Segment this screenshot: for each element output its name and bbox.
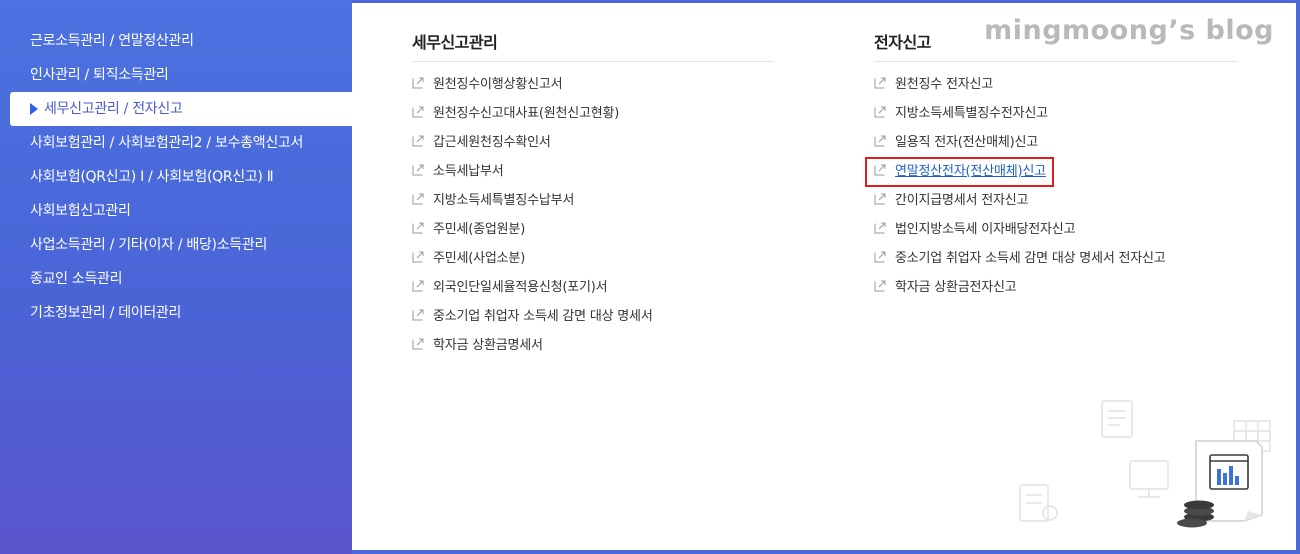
tax-link-5[interactable]: 주민세(종업원분) [412, 219, 525, 241]
link-label: 원천징수신고대사표(원천신고현황) [433, 106, 620, 121]
link-label: 학자금 상환금전자신고 [895, 280, 1017, 295]
link-label: 갑근세원천징수확인서 [433, 135, 551, 150]
tax-link-4[interactable]: 지방소득세특별징수납부서 [412, 190, 574, 212]
link-label: 학자금 상환금명세서 [433, 338, 543, 353]
external-link-icon [412, 307, 424, 321]
sidebar-item-tax-filing[interactable]: 세무신고관리 / 전자신고 [10, 92, 352, 126]
external-link-icon [412, 278, 424, 292]
link-label: 간이지급명세서 전자신고 [895, 193, 1029, 208]
external-link-icon [412, 249, 424, 263]
link-label: 중소기업 취업자 소득세 감면 대상 명세서 전자신고 [895, 251, 1166, 266]
triangle-right-icon [30, 103, 38, 115]
efile-link-4[interactable]: 간이지급명세서 전자신고 [874, 190, 1028, 212]
sidebar-item-hr-retirement[interactable]: 인사관리 / 퇴직소득관리 [30, 58, 169, 92]
link-label: 지방소득세특별징수납부서 [433, 193, 575, 208]
link-label: 주민세(사업소분) [433, 251, 526, 266]
sidebar-item-social-insurance-qr[interactable]: 사회보험(QR신고) Ⅰ / 사회보험(QR신고) Ⅱ [30, 160, 274, 194]
link-label: 지방소득세특별징수전자신고 [895, 106, 1048, 121]
external-link-icon [412, 336, 424, 350]
sidebar-item-business-income[interactable]: 사업소득관리 / 기타(이자 / 배당)소득관리 [30, 228, 267, 262]
tax-link-8[interactable]: 중소기업 취업자 소득세 감면 대상 명세서 [412, 306, 653, 328]
external-link-icon [874, 104, 886, 118]
efile-link-0[interactable]: 원천징수 전자신고 [874, 74, 993, 96]
link-label: 원천징수이행상황신고서 [433, 77, 563, 92]
efile-column-title: 전자신고 [874, 33, 931, 52]
external-link-icon [412, 162, 424, 176]
efile-link-6[interactable]: 중소기업 취업자 소득세 감면 대상 명세서 전자신고 [874, 248, 1166, 270]
sidebar-item-basic-data[interactable]: 기초정보관리 / 데이터관리 [30, 296, 181, 330]
blog-watermark: mingmoong’s blog [984, 15, 1274, 46]
efile-link-1[interactable]: 지방소득세특별징수전자신고 [874, 103, 1048, 125]
efile-link-2[interactable]: 일용직 전자(전산매체)신고 [874, 132, 1038, 154]
external-link-icon [874, 191, 886, 205]
external-link-icon [874, 278, 886, 292]
menu-panel: mingmoong’s blog 세무신고관리 원천징수이행상황신고서원천징수신… [352, 3, 1296, 550]
external-link-icon [412, 220, 424, 234]
sidebar-item-social-insurance[interactable]: 사회보험관리 / 사회보험관리2 / 보수총액신고서 [30, 126, 303, 160]
tax-link-6[interactable]: 주민세(사업소분) [412, 248, 525, 270]
tax-column-title: 세무신고관리 [412, 33, 498, 52]
link-label: 법인지방소득세 이자배당전자신고 [895, 222, 1076, 237]
efile-link-3[interactable]: 연말정산전자(전산매체)신고 [865, 157, 1054, 187]
external-link-icon [874, 249, 886, 263]
divider [874, 61, 1238, 62]
tax-link-2[interactable]: 갑근세원천징수확인서 [412, 132, 551, 154]
efile-link-7[interactable]: 학자금 상환금전자신고 [874, 277, 1017, 299]
tax-link-1[interactable]: 원천징수신고대사표(원천신고현황) [412, 103, 619, 125]
link-label: 외국인단일세율적용신청(포기)서 [433, 280, 608, 295]
link-label: 소득세납부서 [433, 164, 504, 179]
efile-link-5[interactable]: 법인지방소득세 이자배당전자신고 [874, 219, 1076, 241]
link-label: 원천징수 전자신고 [895, 77, 994, 92]
external-link-icon [412, 191, 424, 205]
tax-link-3[interactable]: 소득세납부서 [412, 161, 504, 183]
link-label: 주민세(종업원분) [433, 222, 526, 237]
link-label: 일용직 전자(전산매체)신고 [895, 135, 1039, 150]
decorative-illustration [1019, 400, 1271, 528]
external-link-icon [874, 133, 886, 147]
external-link-icon [874, 220, 886, 234]
external-link-icon [874, 75, 886, 89]
link-label: 연말정산전자(전산매체)신고 [895, 164, 1046, 179]
sidebar-item-label: 세무신고관리 / 전자신고 [44, 101, 183, 117]
external-link-icon [412, 75, 424, 89]
sidebar-item-social-insurance-report[interactable]: 사회보험신고관리 [30, 194, 131, 228]
sidebar-item-religious-income[interactable]: 종교인 소득관리 [30, 262, 123, 296]
link-label: 중소기업 취업자 소득세 감면 대상 명세서 [433, 309, 653, 324]
external-link-icon [874, 162, 886, 176]
external-link-icon [412, 133, 424, 147]
sidebar-nav: 근로소득관리 / 연말정산관리 인사관리 / 퇴직소득관리 세무신고관리 / 전… [0, 0, 352, 554]
external-link-icon [412, 104, 424, 118]
divider [412, 61, 774, 62]
tax-link-7[interactable]: 외국인단일세율적용신청(포기)서 [412, 277, 608, 299]
tax-link-9[interactable]: 학자금 상환금명세서 [412, 335, 543, 357]
tax-link-0[interactable]: 원천징수이행상황신고서 [412, 74, 563, 96]
sidebar-item-year-end-settlement[interactable]: 근로소득관리 / 연말정산관리 [30, 24, 194, 58]
